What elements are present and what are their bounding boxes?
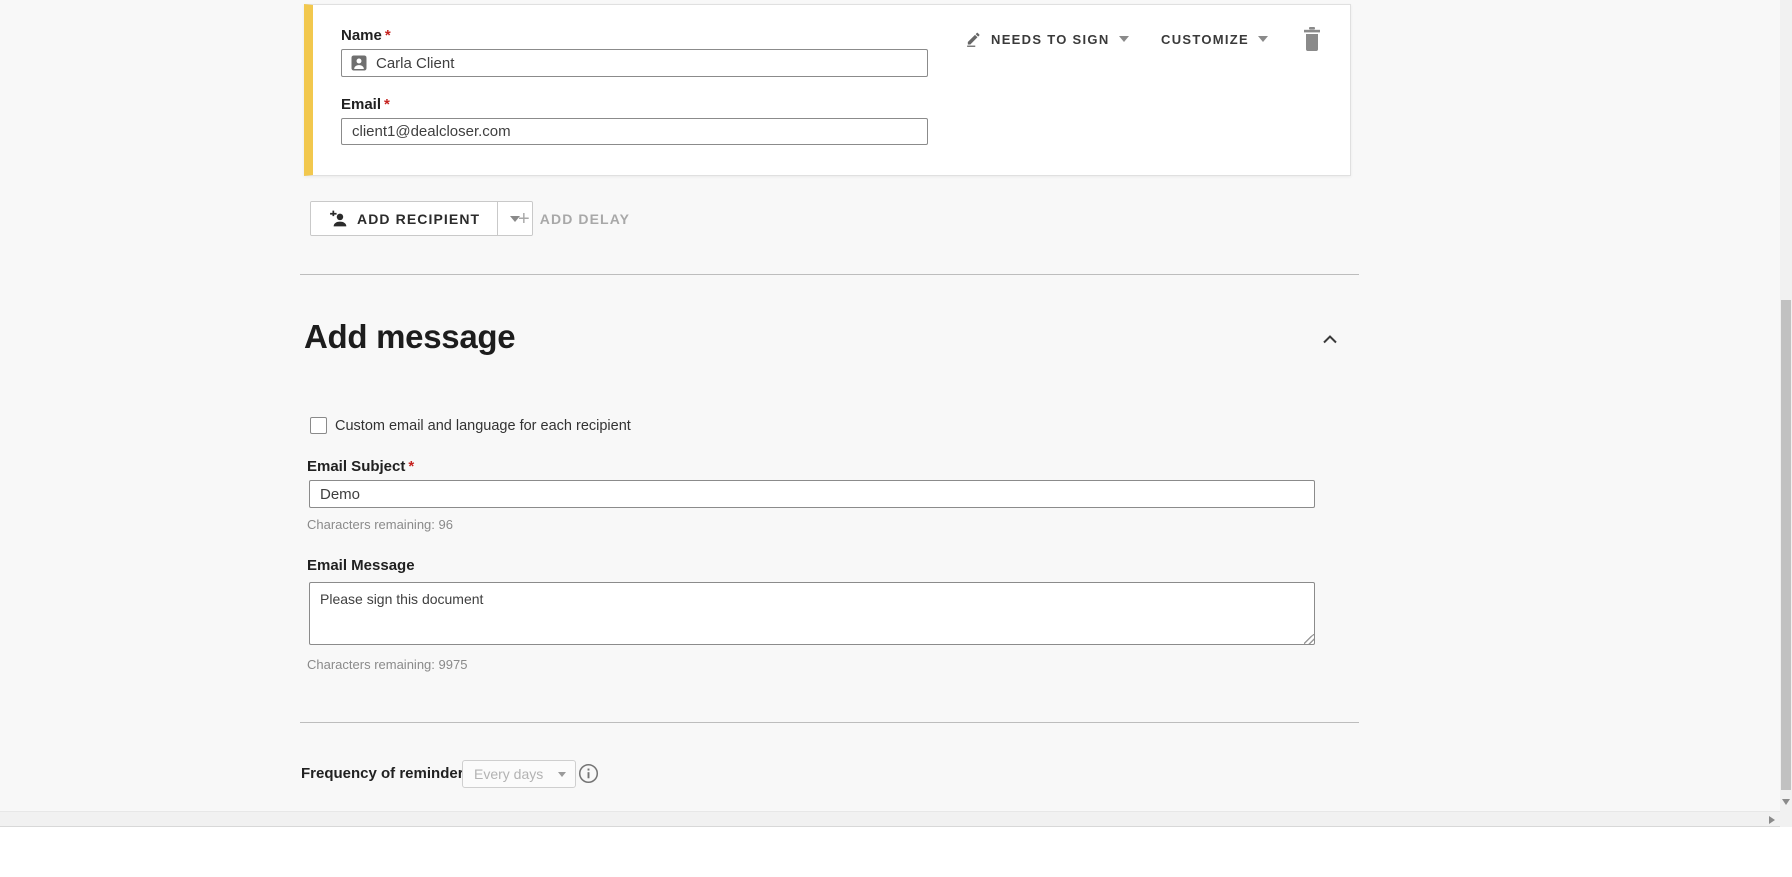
email-subject-input[interactable]: [309, 480, 1315, 508]
email-label-text: Email: [341, 96, 382, 113]
textarea-resize-grip[interactable]: [1304, 634, 1314, 644]
email-message-label-text: Email Message: [307, 557, 415, 574]
subject-chars-remaining: Characters remaining: 96: [307, 517, 453, 532]
caret-down-icon: [1118, 36, 1129, 42]
email-subject-label: Email Subject *: [307, 458, 414, 475]
reminder-frequency-value: Every days: [474, 766, 544, 782]
required-asterisk: *: [384, 96, 390, 113]
signature-pen-icon: [965, 31, 982, 48]
required-asterisk: *: [384, 27, 391, 44]
required-asterisk: *: [408, 458, 415, 475]
add-delay-button[interactable]: + ADD DELAY: [518, 201, 630, 236]
scroll-down-arrow-icon[interactable]: [1782, 799, 1790, 805]
add-message-heading: Add message: [304, 318, 516, 355]
horizontal-scrollbar[interactable]: [0, 811, 1780, 827]
vertical-scrollbar-thumb[interactable]: [1781, 300, 1791, 790]
recipient-name-field[interactable]: [341, 49, 928, 77]
scroll-right-arrow-icon[interactable]: [1769, 816, 1775, 824]
section-divider: [300, 274, 1359, 275]
reminder-info-button[interactable]: [578, 763, 599, 784]
frequency-of-reminders-label: Frequency of reminders:: [301, 765, 477, 782]
customize-label: CUSTOMIZE: [1161, 31, 1250, 47]
add-recipient-button[interactable]: ADD RECIPIENT: [311, 202, 498, 235]
needs-to-sign-dropdown[interactable]: NEEDS TO SIGN: [965, 27, 1129, 51]
add-delay-label: ADD DELAY: [539, 210, 631, 227]
reminder-frequency-select[interactable]: Every days: [462, 760, 576, 788]
person-add-icon: [328, 209, 348, 228]
customize-dropdown[interactable]: CUSTOMIZE: [1161, 27, 1269, 51]
section-divider: [300, 722, 1359, 723]
add-recipient-label: ADD RECIPIENT: [357, 210, 481, 227]
vertical-scrollbar[interactable]: [1780, 0, 1792, 811]
name-label: Name *: [341, 27, 391, 44]
footer-action-bar: SEND NOW NEXT: [0, 827, 1792, 877]
custom-email-checkbox[interactable]: [310, 417, 327, 434]
recipient-card: Name* Email* NEEDS TO SIGN CUSTOMIZE: [304, 4, 1351, 176]
collapse-section-button[interactable]: [1322, 328, 1348, 350]
contact-badge-icon: [350, 54, 368, 72]
recipient-email-input[interactable]: [341, 118, 928, 145]
add-recipient-split-button: ADD RECIPIENT: [310, 201, 534, 236]
name-label-text: Name: [341, 27, 382, 44]
trash-icon: [1301, 26, 1327, 52]
caret-down-icon: [1258, 36, 1269, 42]
message-chars-remaining: Characters remaining: 9975: [307, 657, 468, 672]
email-message-label: Email Message: [307, 557, 415, 574]
send-for-signature-page: Name* Email* NEEDS TO SIGN CUSTOMIZE: [0, 0, 1792, 877]
custom-email-checkbox-label[interactable]: Custom email and language for each recip…: [335, 418, 631, 434]
info-icon: [578, 763, 599, 784]
recipient-name-input[interactable]: [376, 54, 919, 72]
chevron-up-icon: [1322, 334, 1348, 345]
needs-to-sign-label: NEEDS TO SIGN: [991, 31, 1110, 47]
plus-icon: +: [518, 207, 531, 230]
email-label: Email *: [341, 96, 390, 113]
delete-recipient-button[interactable]: [1301, 25, 1327, 53]
caret-down-icon: [558, 771, 566, 777]
scrollbar-corner: [1780, 811, 1792, 827]
email-message-textarea[interactable]: Please sign this document: [309, 582, 1315, 645]
email-subject-label-text: Email Subject: [307, 458, 406, 475]
